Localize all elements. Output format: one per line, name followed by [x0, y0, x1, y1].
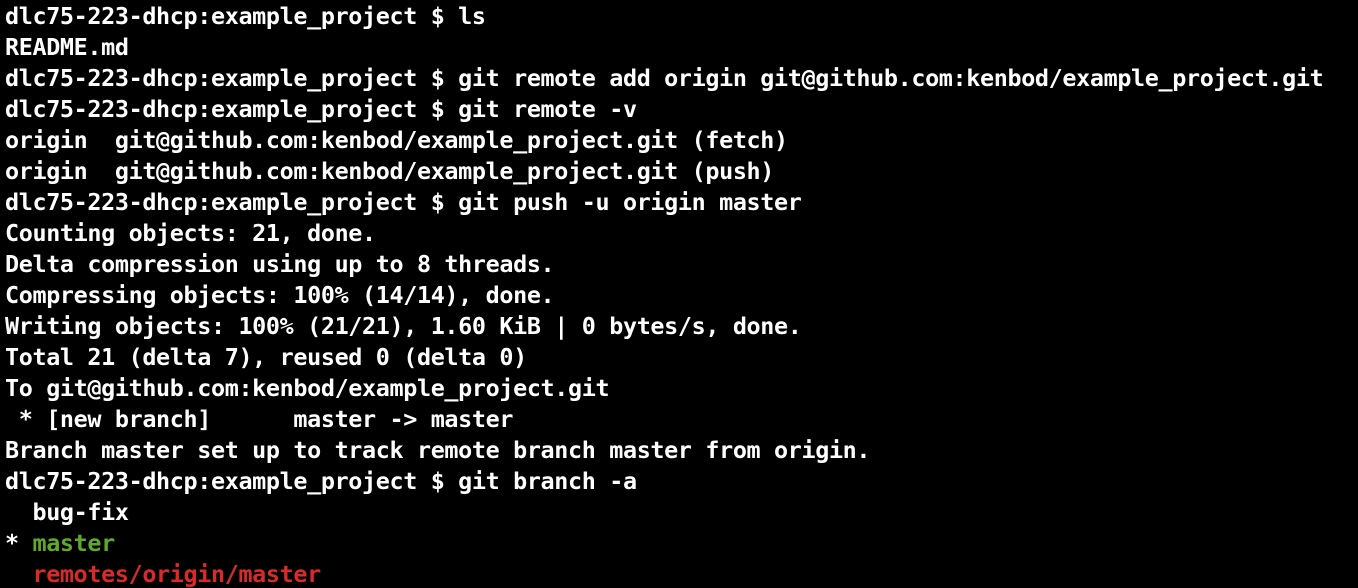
output-line: * master [5, 528, 1358, 559]
line-text: README.md [5, 33, 129, 61]
line-text: dlc75-223-dhcp:example_project $ git bra… [5, 467, 637, 495]
output-line: Total 21 (delta 7), reused 0 (delta 0) [5, 342, 1358, 373]
line-text: dlc75-223-dhcp:example_project $ git rem… [5, 64, 1324, 92]
command-line: dlc75-223-dhcp:example_project $ ls [5, 1, 1358, 32]
line-text: master [32, 529, 115, 557]
line-text: Writing objects: 100% (21/21), 1.60 KiB … [5, 312, 802, 340]
output-line: README.md [5, 32, 1358, 63]
terminal-window[interactable]: dlc75-223-dhcp:example_project $ ls READM… [0, 0, 1358, 588]
terminal-output: dlc75-223-dhcp:example_project $ ls READM… [5, 1, 1358, 588]
line-text: origin git@github.com:kenbod/example_pro… [5, 157, 775, 185]
line-text [5, 560, 32, 588]
output-line: bug-fix [5, 497, 1358, 528]
line-text: Delta compression using up to 8 threads. [5, 250, 555, 278]
output-line: Writing objects: 100% (21/21), 1.60 KiB … [5, 311, 1358, 342]
output-line: origin git@github.com:kenbod/example_pro… [5, 125, 1358, 156]
output-line: origin git@github.com:kenbod/example_pro… [5, 156, 1358, 187]
command-line: dlc75-223-dhcp:example_project $ git pus… [5, 187, 1358, 218]
output-line: * [new branch] master -> master [5, 404, 1358, 435]
line-text: origin git@github.com:kenbod/example_pro… [5, 126, 788, 154]
line-text: dlc75-223-dhcp:example_project $ ls [5, 2, 486, 30]
output-line: Compressing objects: 100% (14/14), done. [5, 280, 1358, 311]
command-line: dlc75-223-dhcp:example_project $ git rem… [5, 94, 1358, 125]
command-line: dlc75-223-dhcp:example_project $ git rem… [5, 63, 1358, 94]
line-text: dlc75-223-dhcp:example_project $ git pus… [5, 188, 802, 216]
line-text: To git@github.com:kenbod/example_project… [5, 374, 610, 402]
line-text: dlc75-223-dhcp:example_project $ git rem… [5, 95, 637, 123]
line-text: Compressing objects: 100% (14/14), done. [5, 281, 555, 309]
output-line: Branch master set up to track remote bra… [5, 435, 1358, 466]
line-text: Branch master set up to track remote bra… [5, 436, 871, 464]
output-line: remotes/origin/master [5, 559, 1358, 588]
output-line: To git@github.com:kenbod/example_project… [5, 373, 1358, 404]
line-text: * [new branch] master -> master [5, 405, 514, 433]
line-text: Total 21 (delta 7), reused 0 (delta 0) [5, 343, 527, 371]
line-text: * [5, 529, 33, 557]
line-text: bug-fix [5, 498, 129, 526]
line-text: remotes/origin/master [32, 560, 321, 588]
command-line: dlc75-223-dhcp:example_project $ git bra… [5, 466, 1358, 497]
output-line: Counting objects: 21, done. [5, 218, 1358, 249]
line-text: Counting objects: 21, done. [5, 219, 376, 247]
output-line: Delta compression using up to 8 threads. [5, 249, 1358, 280]
